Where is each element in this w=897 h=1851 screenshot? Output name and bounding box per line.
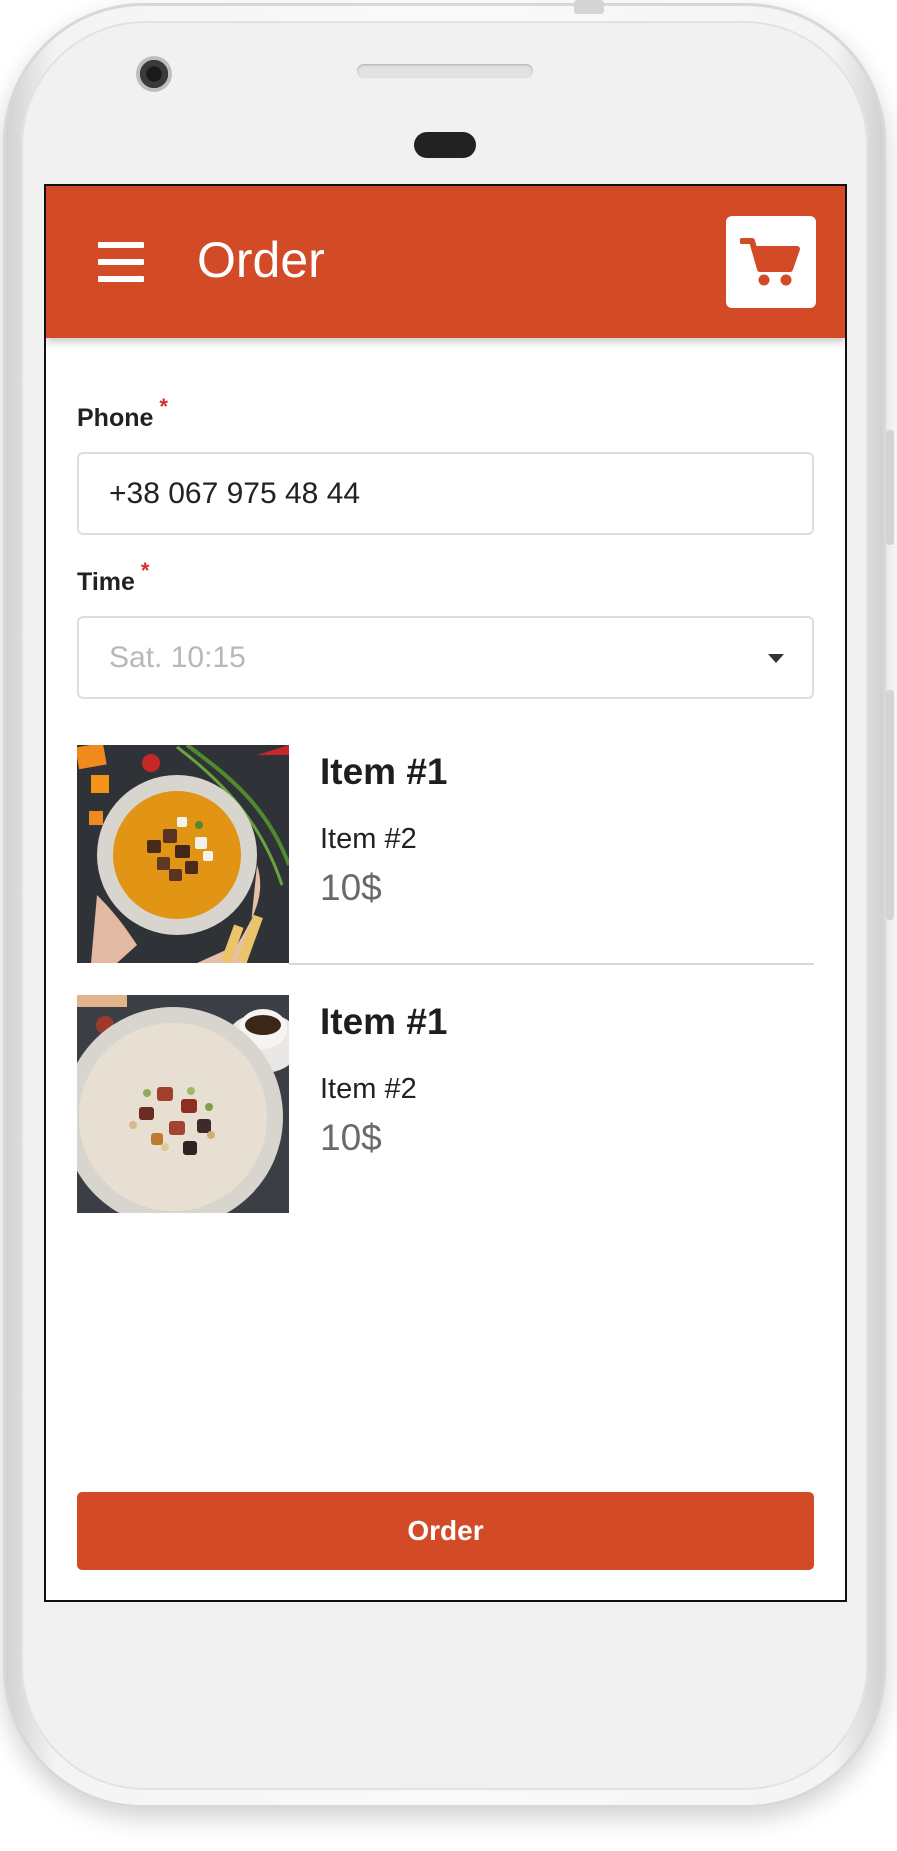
list-item[interactable]: Item #1 Item #2 10$ (77, 745, 814, 963)
porridge-bowl-photo (77, 995, 289, 1213)
app-bar: Order (46, 186, 845, 338)
top-button (574, 0, 604, 14)
required-marker: * (140, 558, 150, 583)
page-title: Order (197, 232, 325, 288)
power-button (886, 430, 894, 545)
list-item[interactable]: Item #1 Item #2 10$ (77, 995, 814, 1213)
hamburger-menu-icon[interactable] (98, 242, 144, 282)
item-price: 10$ (320, 867, 382, 908)
earpiece-speaker (357, 64, 533, 78)
phone-input[interactable]: +38 067 975 48 44 (77, 452, 814, 535)
divider (289, 963, 814, 965)
soup-bowl-photo (77, 745, 289, 963)
item-subtitle: Item #2 (320, 823, 417, 855)
required-marker: * (159, 394, 168, 419)
volume-button (886, 690, 894, 920)
chevron-down-icon (768, 654, 784, 663)
cart-button[interactable] (726, 216, 816, 308)
item-subtitle: Item #2 (320, 1073, 417, 1105)
time-label: Time * (77, 558, 150, 596)
phone-label: Phone * (77, 394, 168, 432)
front-camera (136, 56, 172, 92)
app-screen: Order Phone * +38 067 975 48 44 Time * Sat… (44, 184, 847, 1602)
proximity-sensor (414, 132, 476, 158)
item-name: Item #1 (320, 751, 448, 792)
shopping-cart-icon (740, 238, 800, 286)
item-name: Item #1 (320, 1001, 448, 1042)
order-button[interactable]: Order (77, 1492, 814, 1570)
time-select[interactable]: Sat. 10:15 (77, 616, 814, 699)
time-placeholder: Sat. 10:15 (109, 641, 246, 674)
item-price: 10$ (320, 1117, 382, 1158)
